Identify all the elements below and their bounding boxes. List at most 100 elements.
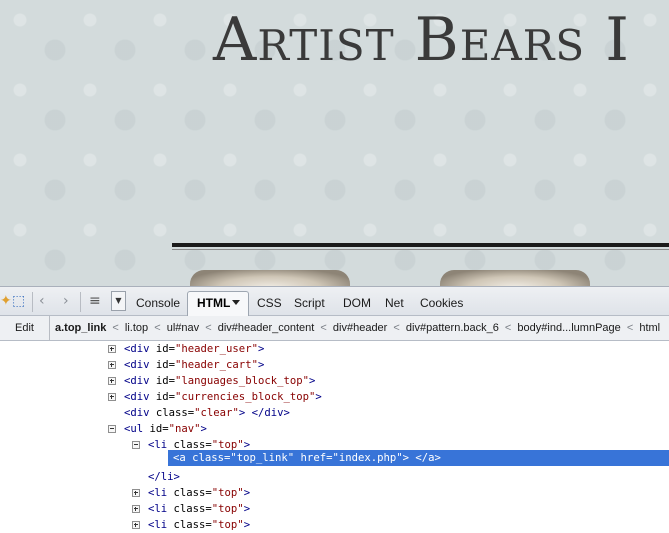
tag-name: <div <box>124 391 150 403</box>
attribute-name: id= <box>143 423 169 435</box>
attribute-name: id= <box>149 375 176 387</box>
website-viewport: Artist Bears I <box>0 0 669 286</box>
attribute-value[interactable]: "top" <box>212 519 244 531</box>
site-title: Artist Bears I <box>213 5 630 75</box>
tree-node-row[interactable]: <li class="top"> <box>148 517 250 533</box>
attribute-value[interactable]: "clear" <box>194 407 239 419</box>
breadcrumb: Edit a.top_link < li.top < ul#nav < div#… <box>0 316 669 341</box>
tag-name: <div <box>124 359 150 371</box>
header-rule-thin <box>172 249 669 250</box>
html-tree-panel: <div id="header_user"> <div id="header_ca… <box>0 341 669 533</box>
breadcrumb-separator: < <box>112 322 119 334</box>
tag-name: <div <box>124 343 150 355</box>
tree-node-row[interactable]: </li> <box>148 469 180 485</box>
tab-cookies[interactable]: Cookies <box>420 296 463 310</box>
expand-icon[interactable] <box>108 345 116 353</box>
expand-icon[interactable] <box>108 361 116 369</box>
tree-node-row[interactable]: <li class="top"> <box>148 485 250 501</box>
attribute-value[interactable]: "currencies_block_top" <box>175 391 315 403</box>
breadcrumb-item[interactable]: div#pattern.back_6 <box>406 322 499 334</box>
chevron-down-icon[interactable] <box>232 300 240 305</box>
tab-console[interactable]: Console <box>136 296 180 310</box>
tree-node-row[interactable]: <div class="clear"> </div> <box>124 405 290 421</box>
tree-node-row[interactable]: <div id="header_user"> <box>124 341 264 357</box>
tree-node-row[interactable]: <div id="languages_block_top"> <box>124 373 315 389</box>
tag-close: > <box>200 423 207 435</box>
tab-html-label: HTML <box>197 296 231 310</box>
header-rule <box>172 243 669 247</box>
breadcrumb-item[interactable]: div#header_content <box>218 322 315 334</box>
tag-close: > <box>243 503 251 515</box>
attribute-value[interactable]: "header_user" <box>175 343 258 355</box>
edit-button[interactable]: Edit <box>0 316 50 340</box>
toolbar-separator <box>80 292 81 312</box>
attribute-name: class= <box>167 503 212 515</box>
tag-close: > <box>257 359 265 371</box>
selected-node-row[interactable]: <a class="top_link" href="index.php"> </… <box>173 450 441 466</box>
breadcrumb-item[interactable]: div#header <box>333 322 387 334</box>
breadcrumb-separator: < <box>393 322 400 334</box>
breadcrumb-separator: < <box>626 322 634 334</box>
tag-name: <ul <box>124 423 144 435</box>
inspect-element-icon[interactable]: ⬚ <box>12 293 25 309</box>
bear-photo-2[interactable] <box>440 270 590 286</box>
tree-node-row[interactable]: <div id="header_cart"> <box>124 357 264 373</box>
attribute-name: class= <box>149 407 195 419</box>
expand-icon[interactable] <box>132 505 140 513</box>
panel-menu-button[interactable]: ▼ <box>111 291 126 311</box>
collapse-icon[interactable] <box>132 441 140 449</box>
tree-node-row[interactable]: <li class="top"> <box>148 501 250 517</box>
breadcrumb-item[interactable]: body#ind...lumnPage <box>517 322 620 334</box>
attribute-value[interactable]: "header_cart" <box>175 359 258 371</box>
toolbar-separator <box>32 292 33 312</box>
expand-icon[interactable] <box>108 393 116 401</box>
expand-icon[interactable] <box>132 521 140 529</box>
attribute-value[interactable]: "languages_block_top" <box>175 375 309 387</box>
expand-icon[interactable] <box>108 377 116 385</box>
breadcrumb-item[interactable]: ul#nav <box>167 322 199 334</box>
tree-node-row[interactable]: <ul id="nav"> <box>124 421 207 437</box>
breadcrumb-item[interactable]: li.top <box>125 322 148 334</box>
attribute-name: class= <box>167 487 212 499</box>
tag-name: <div <box>124 375 150 387</box>
breadcrumb-item[interactable]: html <box>639 322 660 334</box>
tag-name: </li> <box>148 471 180 483</box>
attribute-name: id= <box>149 343 176 355</box>
tag-close: > <box>257 343 265 355</box>
breadcrumb-separator: < <box>205 322 212 334</box>
tag-name: <li <box>148 487 168 499</box>
command-line-icon[interactable]: ≡ <box>89 293 101 309</box>
firebug-icon[interactable]: ✦ <box>0 293 12 309</box>
tab-script[interactable]: Script <box>294 296 325 310</box>
attribute-value[interactable]: "top" <box>212 503 244 515</box>
tag-close: > <box>308 375 316 387</box>
tag-name: <li <box>148 439 168 451</box>
attribute-name: id= <box>149 391 176 403</box>
breadcrumb-path: a.top_link < li.top < ul#nav < div#heade… <box>55 316 660 340</box>
collapse-icon[interactable] <box>108 425 116 433</box>
tag-close: > </div> <box>238 407 290 419</box>
tab-net[interactable]: Net <box>385 296 404 310</box>
tag-close: > <box>243 519 251 531</box>
firebug-toolbar: ✦ ⬚ ‹ › ≡ ▼ Console HTML CSS Script DOM … <box>0 286 669 317</box>
attribute-value[interactable]: "top" <box>212 487 244 499</box>
forward-icon[interactable]: › <box>63 293 69 309</box>
breadcrumb-separator: < <box>154 322 161 334</box>
expand-icon[interactable] <box>132 489 140 497</box>
attribute-name: id= <box>149 359 176 371</box>
attribute-value[interactable]: "nav" <box>169 423 201 435</box>
breadcrumb-item[interactable]: a.top_link <box>55 322 106 334</box>
back-icon[interactable]: ‹ <box>39 293 45 309</box>
tree-node-row[interactable]: <div id="currencies_block_top"> <box>124 389 322 405</box>
breadcrumb-separator: < <box>320 322 327 334</box>
tab-css[interactable]: CSS <box>257 296 282 310</box>
tag-name: <div <box>124 407 150 419</box>
tab-dom[interactable]: DOM <box>343 296 371 310</box>
bear-photo-1[interactable] <box>190 270 350 286</box>
tag-name: <li <box>148 519 168 531</box>
attribute-name: class= <box>167 519 212 531</box>
tag-close: > <box>243 487 251 499</box>
tag-name: <li <box>148 503 168 515</box>
tab-html[interactable]: HTML <box>187 291 249 317</box>
breadcrumb-separator: < <box>504 322 512 334</box>
